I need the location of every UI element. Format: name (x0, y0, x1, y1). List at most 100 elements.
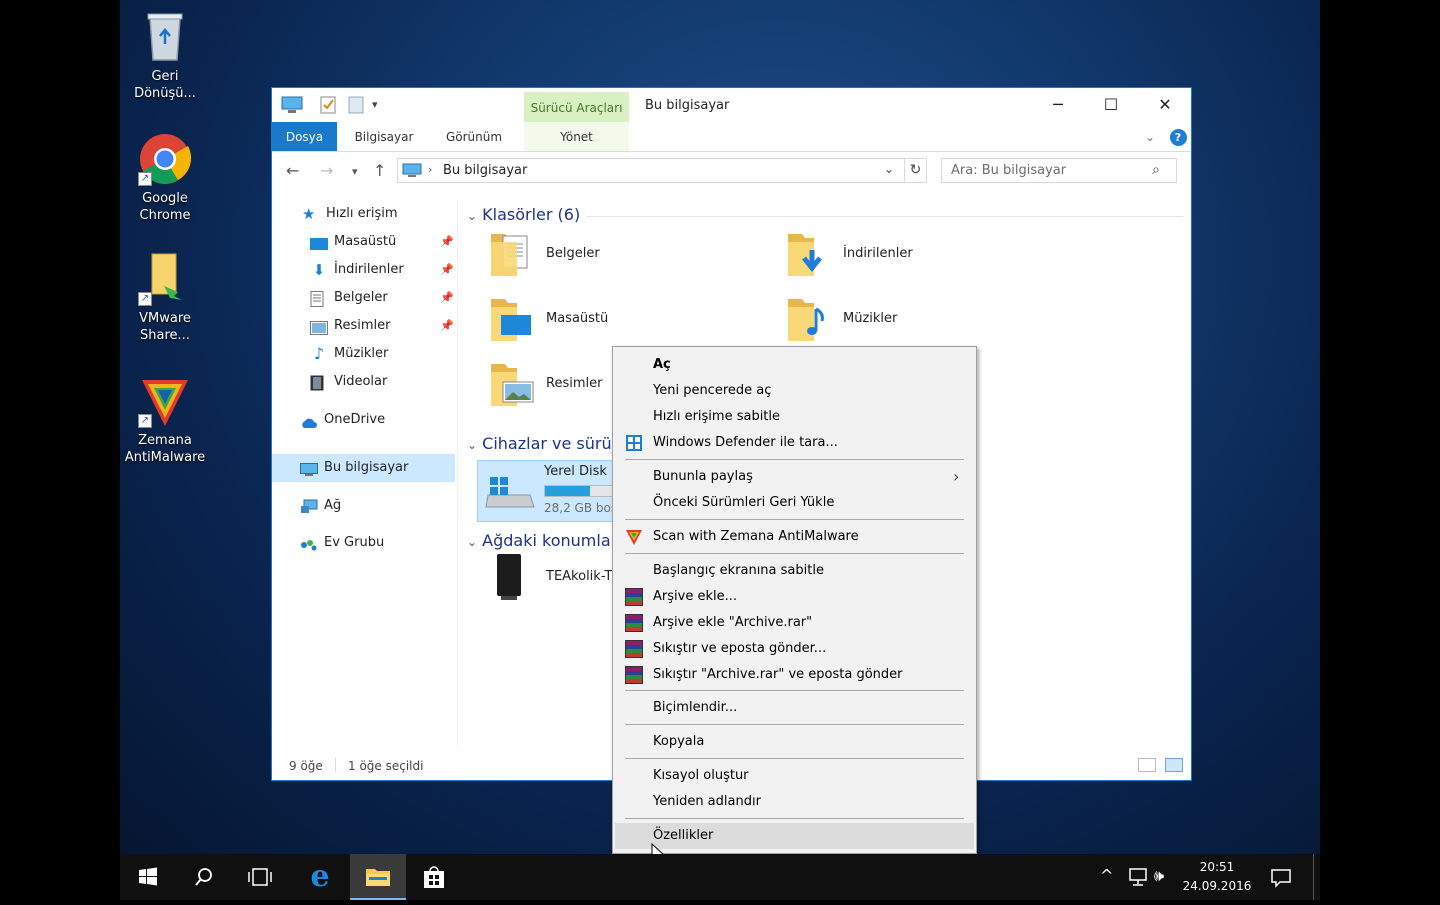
task-view-button[interactable] (232, 854, 288, 900)
menu-item-label: Windows Defender ile tara... (653, 435, 838, 450)
properties-icon[interactable] (320, 96, 336, 114)
search-button[interactable] (176, 854, 232, 900)
show-hidden-icons-chevron-icon[interactable]: ^ (1100, 866, 1113, 885)
forward-button[interactable]: → (320, 161, 333, 180)
tab-computer[interactable]: Bilgisayar (344, 122, 424, 151)
menu-item-copy[interactable]: Kopyala (615, 729, 974, 755)
address-bar[interactable]: › Bu bilgisayar ⌄ ↻ (397, 158, 927, 183)
customize-qat-chevron-icon[interactable]: ▾ (372, 98, 378, 116)
pin-icon[interactable]: 📌 (440, 291, 454, 304)
menu-item-restore-previous-versions[interactable]: Önceki Sürümleri Geri Yükle (615, 490, 974, 516)
context-menu: Aç Yeni pencerede aç Hızlı erişime sabit… (612, 346, 977, 854)
menu-item-create-shortcut[interactable]: Kısayol oluştur (615, 763, 974, 789)
desktop-icon-google-chrome[interactable]: ↗ Google Chrome (120, 132, 210, 224)
menu-item-zemana-scan[interactable]: Scan with Zemana AntiMalware (615, 524, 974, 550)
nav-label: Videolar (334, 374, 388, 389)
store-button[interactable] (406, 854, 462, 900)
menu-item-open-new-window[interactable]: Yeni pencerede aç (615, 378, 974, 404)
nav-label: Belgeler (334, 290, 388, 305)
pin-icon[interactable]: 📌 (440, 235, 454, 248)
computer-icon[interactable] (281, 96, 303, 114)
up-button[interactable]: ↑ (373, 161, 386, 180)
edge-button[interactable]: e (292, 854, 348, 900)
drive-name: Yerel Disk ( (544, 464, 617, 479)
nav-item-music[interactable]: ♪ Müzikler (310, 340, 388, 368)
winrar-icon (625, 614, 643, 632)
nav-item-videos[interactable]: Videolar (310, 368, 387, 396)
menu-item-compress-rar-email[interactable]: Sıkıştır "Archive.rar" ve eposta gönder (615, 662, 974, 688)
nav-this-pc[interactable]: Bu bilgisayar (300, 454, 408, 482)
menu-separator (625, 690, 964, 691)
nav-item-desktop[interactable]: Masaüstü (310, 228, 396, 256)
menu-item-share-with[interactable]: Bununla paylaş › (615, 464, 974, 490)
menu-item-pin-quick-access[interactable]: Hızlı erişime sabitle (615, 404, 974, 430)
folder-label: Belgeler (546, 246, 600, 261)
close-button[interactable]: ✕ (1138, 88, 1192, 122)
nav-homegroup[interactable]: Ev Grubu (300, 529, 384, 557)
tab-manage[interactable]: Yönet (524, 122, 629, 151)
new-folder-icon[interactable] (348, 96, 364, 114)
refresh-button[interactable]: ↻ (904, 159, 926, 182)
show-desktop-button[interactable] (1313, 854, 1320, 900)
winrar-icon (625, 588, 643, 606)
clock[interactable]: 20:51 24.09.2016 (1178, 858, 1256, 896)
menu-item-properties[interactable]: Özellikler (615, 823, 974, 849)
folder-downloads[interactable]: İndirilenler (788, 228, 1048, 284)
folder-desktop[interactable]: Masaüstü (491, 293, 751, 349)
network-status-icon[interactable] (1127, 868, 1149, 888)
menu-item-open[interactable]: Aç (615, 352, 974, 378)
menu-item-format[interactable]: Biçimlendir... (615, 695, 974, 721)
nav-quick-access[interactable]: ★ Hızlı erişim (302, 200, 398, 228)
computer-icon (300, 460, 318, 476)
drive-local-disk[interactable]: Yerel Disk ( 28,2 GB boş (477, 460, 618, 522)
group-header-folders[interactable]: ⌄ Klasörler (6) (467, 205, 580, 224)
tab-file[interactable]: Dosya (272, 122, 337, 151)
nav-item-downloads[interactable]: ⬇ İndirilenler (310, 256, 404, 284)
pin-icon[interactable]: 📌 (440, 263, 454, 276)
folder-documents[interactable]: Belgeler (491, 228, 751, 284)
ribbon-expand-chevron-icon[interactable]: ⌄ (1140, 122, 1160, 151)
menu-item-compress-email[interactable]: Sıkıştır ve eposta gönder... (615, 636, 974, 662)
folder-music[interactable]: Müzikler (788, 293, 1048, 349)
store-bag-icon (424, 866, 444, 888)
nav-label: Ağ (324, 498, 342, 513)
desktop-icon-zemana[interactable]: ↗ Zemana AntiMalware (120, 374, 210, 466)
recent-locations-chevron-icon[interactable]: ▾ (352, 165, 358, 178)
nav-onedrive[interactable]: OneDrive (300, 406, 385, 434)
maximize-button[interactable]: ☐ (1084, 88, 1138, 122)
search-input[interactable]: Ara: Bu bilgisayar (941, 158, 1177, 183)
pin-icon[interactable]: 📌 (440, 319, 454, 332)
large-icons-view-icon[interactable] (1165, 758, 1183, 772)
menu-item-defender-scan[interactable]: Windows Defender ile tara... (615, 430, 974, 456)
start-button[interactable] (120, 854, 176, 900)
breadcrumb-path[interactable]: Bu bilgisayar (443, 163, 527, 178)
nav-item-documents[interactable]: Belgeler (310, 284, 388, 312)
menu-item-add-archive[interactable]: Arşive ekle... (615, 584, 974, 610)
tab-view[interactable]: Görünüm (434, 122, 514, 151)
title-bar[interactable]: ▾ Sürücü Araçları Bu bilgisayar ─ ☐ ✕ (272, 88, 1191, 122)
menu-item-pin-start[interactable]: Başlangıç ekranına sabitle (615, 558, 974, 584)
group-header-network-locations[interactable]: ⌄ Ağdaki konumla (467, 531, 611, 550)
back-button[interactable]: ← (286, 161, 299, 180)
shortcut-arrow-icon: ↗ (138, 414, 152, 428)
address-dropdown-chevron-icon[interactable]: ⌄ (884, 162, 894, 176)
menu-separator (625, 724, 964, 725)
help-icon[interactable]: ? (1168, 122, 1188, 151)
action-center-icon[interactable] (1270, 868, 1292, 888)
desktop-icon-vmware-share[interactable]: ↗ VMware Share... (120, 252, 210, 344)
desktop-icon-label: Zemana AntiMalware (124, 433, 206, 465)
volume-icon[interactable]: 🕪 (1154, 866, 1164, 886)
computer-icon (402, 163, 422, 182)
downloads-folder-icon (788, 228, 832, 278)
file-explorer-button[interactable] (350, 854, 406, 900)
menu-item-add-archive-rar[interactable]: Arşive ekle "Archive.rar" (615, 610, 974, 636)
pictures-icon (310, 318, 328, 335)
minimize-button[interactable]: ─ (1031, 88, 1085, 122)
nav-network[interactable]: Ağ (300, 492, 341, 520)
desktop-icon-recycle-bin[interactable]: Geri Dönüşü... (120, 10, 210, 102)
nav-item-pictures[interactable]: Resimler (310, 312, 390, 340)
group-header-devices[interactable]: ⌄ Cihazlar ve sürüc (467, 434, 620, 453)
desktop-icon-label: VMware Share... (139, 311, 191, 343)
menu-item-rename[interactable]: Yeniden adlandır (615, 789, 974, 815)
details-view-icon[interactable] (1138, 758, 1156, 772)
